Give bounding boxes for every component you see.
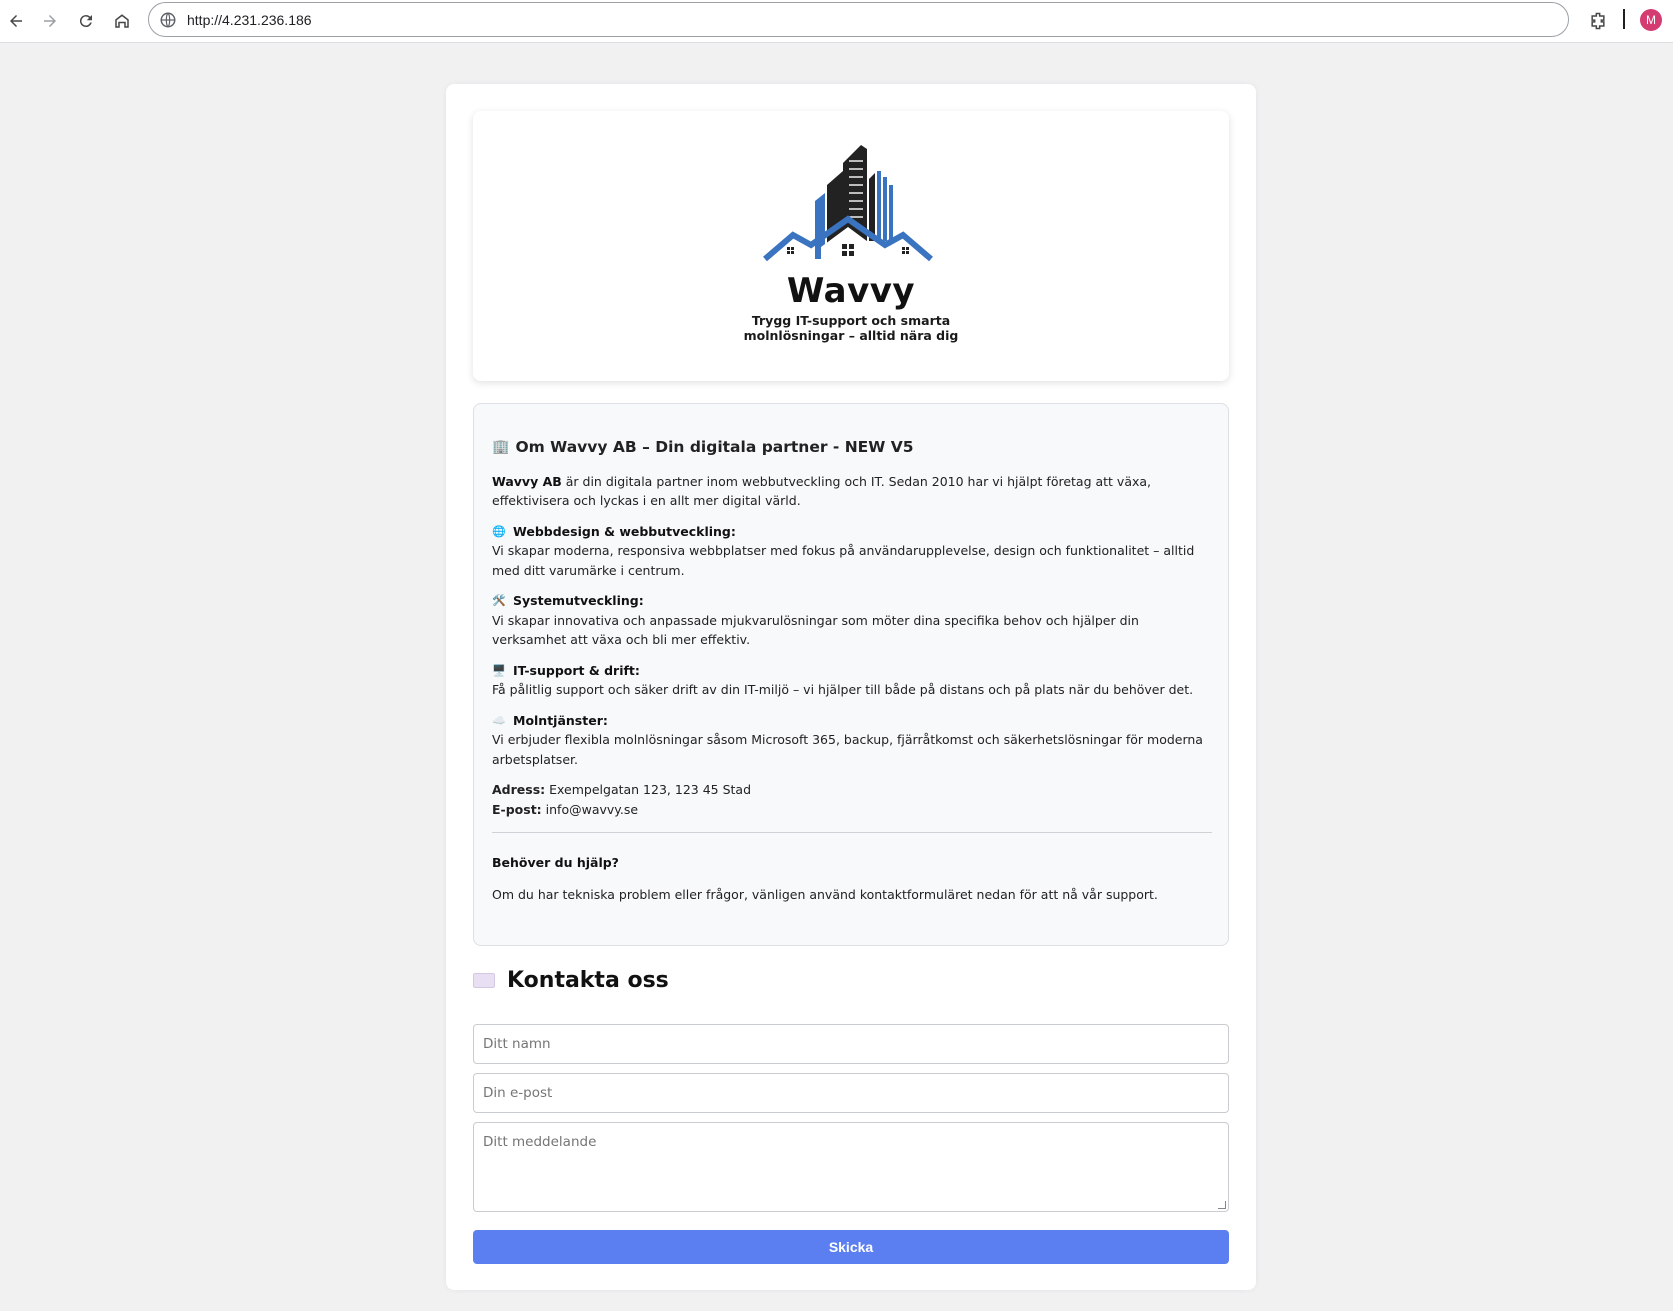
service-webdesign: 🌐 Webbdesign & webbutveckling: Vi skapar … [492, 522, 1212, 581]
service-itsupport: 🖥️ IT-support & drift: Få pålitlig suppor… [492, 661, 1212, 700]
about-section: 🏢 Om Wavvy AB – Din digitala partner - N… [473, 403, 1229, 946]
reload-button[interactable] [70, 5, 102, 37]
help-text: Om du har tekniska problem eller frågor,… [492, 886, 1158, 902]
address-value: Exempelgatan 123, 123 45 Stad [545, 782, 752, 797]
tools-icon: 🛠️ [492, 594, 506, 607]
about-intro: Wavvy AB är din digitala partner inom we… [492, 472, 1212, 511]
extensions-button[interactable] [1583, 6, 1613, 36]
reload-icon [79, 15, 92, 28]
textarea-resize-handle[interactable] [1218, 1201, 1226, 1209]
service-title: Molntjänster: [513, 712, 608, 728]
service-title: IT-support & drift: [513, 662, 640, 678]
envelope-icon [473, 973, 495, 988]
service-text: Få pålitlig support och säker drift av d… [492, 682, 1194, 697]
wavvy-logo-icon [763, 145, 933, 262]
logo-tagline: Trygg IT-support och smarta molnlösninga… [473, 313, 1229, 343]
divider [492, 832, 1212, 833]
tagline-line-1: Trygg IT-support och smarta [751, 313, 951, 328]
home-button[interactable] [106, 5, 138, 37]
email-label: E-post: [492, 801, 542, 817]
home-icon [115, 14, 129, 28]
profile-avatar[interactable]: M [1640, 9, 1662, 31]
address-bar[interactable]: http://4.231.236.186 [148, 2, 1569, 37]
email-input[interactable]: Din e-post [473, 1073, 1229, 1113]
site-info-icon[interactable] [159, 11, 177, 29]
computer-icon: 🖥️ [492, 663, 506, 677]
email-placeholder: Din e-post [483, 1085, 553, 1101]
about-intro-text: är din digitala partner inom webbutveckl… [492, 473, 1152, 509]
about-title: 🏢 Om Wavvy AB – Din digitala partner - N… [492, 438, 1212, 458]
help-title: Behöver du hjälp? [492, 855, 619, 870]
arrow-right-icon [44, 15, 56, 27]
cloud-icon: ☁️ [492, 713, 506, 727]
name-input[interactable]: Ditt namn [473, 1024, 1229, 1064]
puzzle-icon [1591, 12, 1605, 30]
service-title: Systemutveckling: [513, 593, 644, 608]
message-textarea[interactable]: Ditt meddelande [473, 1122, 1229, 1212]
service-cloud: ☁️ Molntjänster: Vi erbjuder flexibla mol… [492, 711, 1212, 770]
contact-info: Adress: Exempelgatan 123, 123 45 Stad E-… [492, 780, 1212, 819]
service-text: Vi skapar moderna, responsiva webbplatse… [492, 543, 1195, 578]
back-button[interactable] [0, 5, 32, 37]
submit-button[interactable]: Skicka [473, 1230, 1229, 1264]
email-line: E-post: info@wavvy.se [492, 800, 1212, 820]
globe-icon: 🌐 [492, 524, 506, 538]
arrow-left-icon [10, 15, 22, 27]
about-title-text: Om Wavvy AB – Din digitala partner - NEW… [515, 438, 914, 456]
name-placeholder: Ditt namn [483, 1036, 551, 1052]
logo-wordmark: Wavvy [786, 271, 916, 311]
address-line: Adress: Exempelgatan 123, 123 45 Stad [492, 780, 1212, 800]
email-value: info@wavvy.se [541, 801, 639, 817]
message-placeholder: Ditt meddelande [483, 1134, 597, 1150]
service-systemdev: 🛠️ Systemutveckling: Vi skapar innovativa… [492, 591, 1212, 650]
office-building-icon: 🏢 [492, 439, 510, 455]
service-text: Vi erbjuder flexibla molnlösningar såsom… [492, 732, 1203, 767]
logo-card: Wavvy Trygg IT-support och smarta molnlö… [473, 111, 1229, 381]
page-container: Wavvy Trygg IT-support och smarta molnlö… [446, 84, 1256, 1290]
toolbar-divider [1623, 9, 1625, 29]
tagline-line-2: molnlösningar – alltid nära dig [743, 328, 959, 343]
browser-toolbar: http://4.231.236.186 M [0, 0, 1673, 43]
service-text: Vi skapar innovativa och anpassade mjukv… [492, 612, 1139, 648]
forward-button[interactable] [34, 5, 66, 37]
service-title: Webbdesign & webbutveckling: [513, 523, 736, 539]
url-text: http://4.231.236.186 [187, 12, 312, 28]
contact-title-text: Kontakta oss [507, 968, 669, 993]
company-name: Wavvy AB [492, 473, 562, 489]
contact-heading: Kontakta oss [473, 968, 669, 993]
address-label: Adress: [492, 782, 546, 797]
